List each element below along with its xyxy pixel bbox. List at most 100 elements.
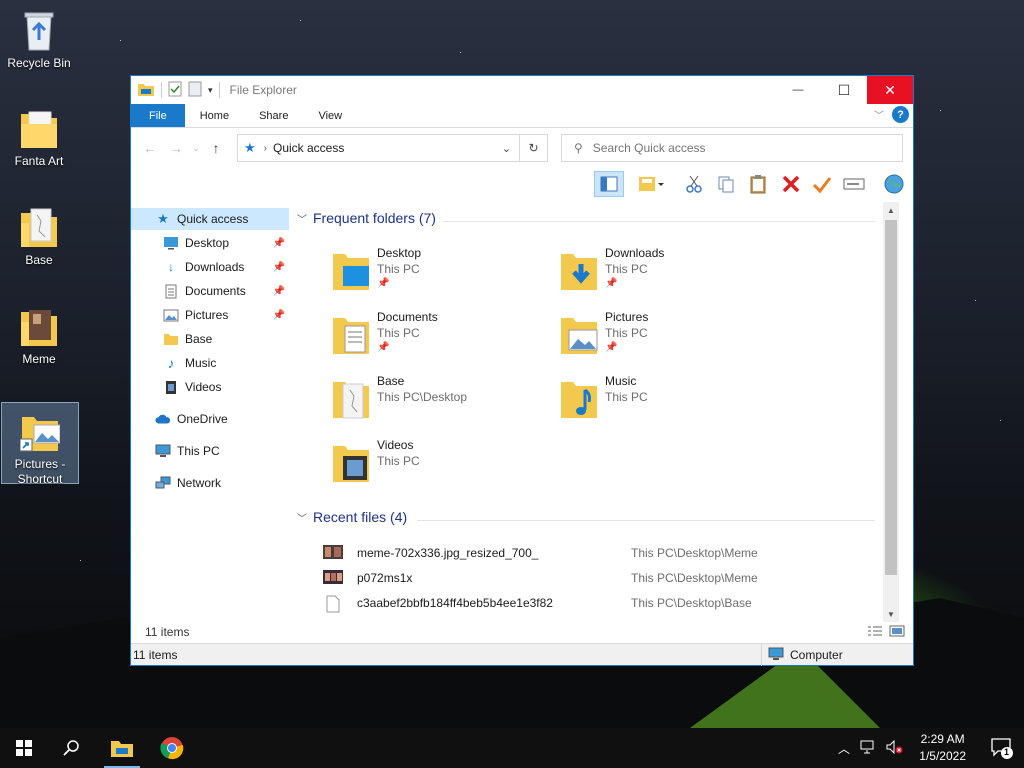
taskbar: ︿ 2:29 AM 1/5/2022 1 (0, 728, 1024, 768)
navigation-pane: ★ Quick access Desktop 📌 ↓ Downloads 📌 D… (131, 202, 289, 622)
desktop-icon-base[interactable]: Base (0, 199, 78, 267)
scroll-down-icon[interactable]: ▼ (883, 606, 899, 622)
maximize-button[interactable]: ☐ (821, 76, 867, 104)
nav-item-downloads[interactable]: ↓ Downloads 📌 (131, 256, 289, 278)
volume-muted-icon[interactable] (886, 739, 904, 757)
nav-item-this-pc[interactable]: This PC (131, 440, 289, 462)
nav-item-onedrive[interactable]: OneDrive (131, 408, 289, 430)
new-folder-icon[interactable] (188, 81, 202, 100)
collapse-chevron-icon[interactable]: ﹀ (297, 510, 307, 525)
rename-button[interactable] (839, 171, 869, 197)
properties-check-button[interactable] (807, 171, 837, 197)
scroll-up-icon[interactable]: ▲ (883, 202, 899, 218)
search-icon: ⚲ (574, 141, 583, 155)
expand-ribbon-icon[interactable]: ﹀ (874, 107, 884, 122)
nav-item-documents[interactable]: Documents 📌 (131, 280, 289, 302)
details-view-icon[interactable] (867, 625, 883, 640)
delete-button[interactable] (776, 171, 806, 197)
up-button[interactable]: ↑ (203, 135, 229, 161)
file-path: This PC\Desktop\Base (631, 596, 752, 610)
nav-item-label: OneDrive (177, 412, 228, 426)
pin-icon: 📌 (377, 278, 390, 289)
vertical-scrollbar[interactable]: ▲ ▼ (883, 202, 899, 622)
taskbar-file-explorer[interactable] (98, 728, 146, 768)
folder-icon (19, 304, 59, 348)
delete-x-icon (782, 175, 800, 193)
desktop-icon-pictures-shortcut[interactable]: Pictures - Shortcut (1, 402, 79, 486)
globe-button[interactable] (879, 171, 909, 197)
nav-item-pictures[interactable]: Pictures 📌 (131, 304, 289, 326)
documents-icon (163, 283, 179, 299)
scrollbar-thumb[interactable] (885, 220, 897, 575)
pin-icon[interactable]: 📌 (273, 310, 285, 321)
start-button[interactable] (0, 728, 48, 768)
tab-file[interactable]: File (131, 104, 185, 127)
file-explorer-window: ▾ File Explorer — ☐ ✕ File Home Share Vi… (130, 75, 914, 666)
desktop-icon-label: Base (25, 253, 53, 267)
pin-icon[interactable]: 📌 (273, 238, 285, 249)
refresh-button[interactable]: ↻ (520, 134, 548, 162)
tab-share[interactable]: Share (244, 104, 303, 127)
nav-item-videos[interactable]: Videos (131, 376, 289, 398)
folder-tile-music[interactable]: Music This PC (559, 374, 779, 434)
network-status-icon[interactable] (860, 740, 876, 757)
folder-tile-documents[interactable]: Documents This PC 📌 (331, 310, 551, 370)
folder-tile-videos[interactable]: Videos This PC (331, 438, 551, 498)
help-button[interactable]: ? (892, 106, 909, 123)
back-button[interactable]: ← (137, 135, 163, 161)
search-input[interactable] (590, 140, 891, 156)
desktop-icon-fanta-art[interactable]: Fanta Art (0, 100, 78, 168)
forward-button[interactable]: → (163, 135, 189, 161)
clock[interactable]: 2:29 AM 1/5/2022 (919, 731, 966, 765)
file-path: This PC\Desktop\Meme (631, 546, 758, 560)
title-bar[interactable]: ▾ File Explorer — ☐ ✕ (131, 76, 913, 104)
recent-file-row[interactable]: p072ms1x This PC\Desktop\Meme (323, 568, 883, 590)
tab-view[interactable]: View (303, 104, 357, 127)
cut-button[interactable] (679, 171, 709, 197)
copy-button[interactable] (711, 171, 741, 197)
folder-tile-pictures[interactable]: Pictures This PC 📌 (559, 310, 779, 370)
large-icons-view-icon[interactable] (889, 625, 905, 640)
breadcrumb-separator-icon[interactable]: › (264, 143, 267, 154)
search-button[interactable] (48, 728, 96, 768)
tab-home[interactable]: Home (185, 104, 244, 127)
layout-button[interactable] (632, 171, 670, 197)
section-divider (443, 221, 875, 222)
minimize-button[interactable]: — (775, 76, 821, 104)
taskbar-chrome[interactable] (148, 728, 196, 768)
breadcrumb-quick-access[interactable]: Quick access (273, 141, 344, 155)
frequent-folders-header[interactable]: ﹀ Frequent folders (7) (297, 210, 436, 226)
pin-icon[interactable]: 📌 (273, 262, 285, 273)
desktop-icon-meme[interactable]: Meme (0, 298, 78, 366)
nav-item-music[interactable]: ♪ Music (131, 352, 289, 374)
desktop-icon-recycle-bin[interactable]: Recycle Bin (0, 2, 78, 70)
navigation-pane-button[interactable] (594, 171, 624, 197)
pin-icon[interactable]: 📌 (273, 286, 285, 297)
address-dropdown-icon[interactable]: ⌄ (502, 142, 511, 155)
properties-icon[interactable] (168, 81, 182, 100)
nav-item-quick-access[interactable]: ★ Quick access (131, 208, 289, 230)
downloads-folder-icon (559, 248, 599, 292)
nav-item-network[interactable]: Network (131, 472, 289, 494)
recent-file-row[interactable]: meme-702x336.jpg_resized_700_ This PC\De… (323, 543, 883, 565)
folder-tile-downloads[interactable]: Downloads This PC 📌 (559, 246, 779, 306)
address-bar[interactable]: ★ › Quick access ⌄ (237, 134, 520, 162)
nav-item-label: Music (185, 356, 217, 370)
folder-name: Documents (377, 310, 438, 324)
recent-file-row[interactable]: c3aabef2bbfb184ff4beb5b4ee1e3f82 This PC… (323, 593, 883, 615)
collapse-chevron-icon[interactable]: ﹀ (297, 211, 307, 226)
search-box[interactable]: ⚲ (561, 134, 903, 162)
folder-tile-base[interactable]: Base This PC\Desktop (331, 374, 551, 434)
nav-item-desktop[interactable]: Desktop 📌 (131, 232, 289, 254)
recent-files-header[interactable]: ﹀ Recent files (4) (297, 509, 407, 525)
folder-location: This PC (377, 262, 420, 276)
recent-locations-button[interactable]: ⌄ (189, 135, 203, 161)
close-button[interactable]: ✕ (867, 76, 913, 104)
customize-toolbar-icon[interactable]: ▾ (208, 85, 213, 96)
nav-item-base[interactable]: Base (131, 328, 289, 350)
paste-button[interactable] (743, 171, 773, 197)
folder-tile-desktop[interactable]: Desktop This PC 📌 (331, 246, 551, 306)
file-explorer-icon (137, 81, 155, 100)
show-hidden-icons-icon[interactable]: ︿ (838, 740, 850, 757)
notification-center-button[interactable]: 1 (990, 736, 1014, 760)
